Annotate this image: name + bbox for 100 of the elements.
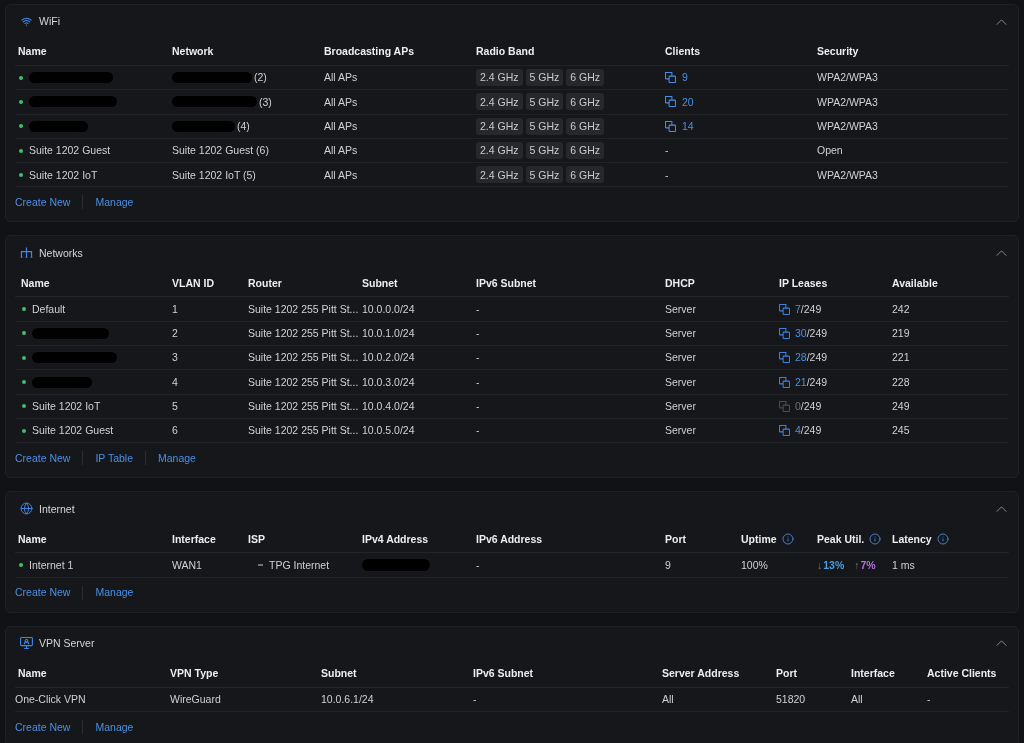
band-tag: 6 GHz (566, 117, 605, 135)
latency-value: 1 ms (892, 559, 915, 571)
vlan-id: 1 (172, 303, 178, 315)
action-link[interactable]: Manage (95, 197, 134, 208)
column-header: Latency (892, 533, 932, 544)
band-tag: 5 GHz (525, 117, 564, 135)
ipv6-subnet: - (473, 693, 477, 705)
ipv6-subnet: - (476, 401, 480, 412)
column-header: Active Clients (927, 667, 997, 679)
action-link[interactable]: Manage (95, 587, 134, 598)
ipv6-subnet: - (476, 303, 480, 315)
info-icon[interactable] (869, 532, 882, 545)
network-name: Suite 1202 IoT (5) (172, 169, 256, 181)
router-name: Suite 1202 255 Pitt St... (248, 303, 359, 315)
network-name: Suite 1202 Guest (6) (172, 145, 269, 156)
available-count: 219 (892, 328, 910, 339)
vlan-id: 4 (172, 376, 178, 388)
action-link[interactable]: Create New (15, 453, 71, 464)
dhcp-mode: Server (665, 376, 696, 388)
subnet-address: 10.0.6.1/24 (321, 693, 374, 705)
column-header: Name (18, 667, 47, 679)
ipv6-subnet: - (476, 352, 480, 363)
column-header: IPv6 Subnet (473, 667, 534, 679)
port-number: 51820 (776, 693, 806, 705)
dhcp-mode: Server (665, 425, 696, 436)
client-count-link[interactable]: 20 (665, 96, 694, 108)
uptime-value: 100% (741, 559, 768, 571)
client-count-link[interactable]: 9 (665, 72, 688, 84)
column-header: Peak Util. (817, 533, 865, 544)
column-header: Subnet (321, 667, 357, 679)
network-name: Suite 1202 IoT (32, 401, 101, 412)
ipv6-address: - (476, 559, 480, 571)
router-name: Suite 1202 255 Pitt St... (248, 376, 359, 388)
router-name: Suite 1202 255 Pitt St... (248, 328, 359, 339)
band-tag: 2.4 GHz (476, 69, 523, 87)
vlan-id: 2 (172, 328, 178, 339)
interface-name: All (851, 693, 863, 705)
chevron-up-icon[interactable] (996, 640, 1007, 647)
info-icon[interactable] (781, 532, 794, 545)
action-link[interactable]: Manage (158, 453, 196, 464)
column-header: IPv4 Address (362, 533, 429, 544)
ipv6-subnet: - (476, 328, 480, 339)
wifi-icon (21, 16, 32, 27)
band-tag: 5 GHz (525, 166, 564, 184)
client-count-link[interactable]: 14 (665, 120, 694, 132)
subnet-address: 10.0.2.0/24 (362, 352, 415, 363)
subnet-address: 10.0.3.0/24 (362, 376, 415, 388)
lease-count-link[interactable]: 30/249 (779, 327, 828, 339)
lease-count-link[interactable]: 21/249 (779, 376, 828, 388)
action-link[interactable]: Create New (15, 721, 71, 733)
subnet-address: 10.0.0.0/24 (362, 303, 415, 315)
dhcp-mode: Server (665, 303, 696, 315)
security-type: Open (817, 145, 843, 156)
isp-name: TPG Internet (269, 559, 330, 571)
column-header: Available (892, 277, 938, 289)
network-name: Default (32, 303, 66, 315)
column-header: Server Address (662, 667, 740, 679)
lease-count-link[interactable]: 7/249 (779, 303, 822, 315)
column-header: DHCP (665, 277, 695, 289)
action-link[interactable]: Manage (95, 721, 134, 733)
lease-count-link[interactable]: 28/249 (779, 352, 828, 364)
wifi-name: Suite 1202 Guest (29, 145, 111, 156)
network-tree-icon (20, 247, 33, 259)
direction-arrow: ↓ (817, 559, 823, 571)
ipv6-subnet: - (476, 425, 480, 436)
action-link[interactable]: Create New (15, 197, 71, 208)
peak-util-value: 13% (823, 559, 845, 571)
available-count: 249 (892, 401, 910, 412)
band-tag: 2.4 GHz (476, 93, 523, 111)
broadcasting-aps: All APs (324, 96, 358, 108)
column-header: Uptime (741, 533, 777, 544)
band-tag: 2.4 GHz (476, 117, 523, 135)
column-header: Radio Band (476, 46, 535, 57)
column-header: ISP (248, 533, 265, 544)
client-count: - (665, 145, 669, 156)
dhcp-mode: Server (665, 328, 696, 339)
column-header: Security (817, 46, 859, 57)
vlan-id: 6 (172, 425, 178, 436)
lease-count-link[interactable]: 0/249 (779, 400, 822, 412)
chevron-up-icon[interactable] (996, 18, 1007, 25)
monitor-icon (20, 637, 33, 650)
lease-count-link[interactable]: 4/249 (779, 425, 822, 437)
column-header: VLAN ID (172, 277, 214, 289)
subnet-address: 10.0.4.0/24 (362, 401, 415, 412)
action-link[interactable]: Create New (15, 587, 71, 598)
active-clients: - (927, 693, 931, 705)
security-type: WPA2/WPA3 (817, 72, 878, 83)
router-name: Suite 1202 255 Pitt St... (248, 352, 359, 363)
subnet-address: 10.0.1.0/24 (362, 328, 415, 339)
column-header: Port (776, 667, 797, 679)
column-header: Name (18, 46, 47, 57)
network-name: (4) (237, 121, 250, 132)
vlan-id: 3 (172, 352, 178, 363)
stacked-squares-icon (665, 120, 676, 132)
action-link[interactable]: IP Table (95, 453, 133, 464)
chevron-up-icon[interactable] (996, 505, 1007, 512)
info-icon[interactable] (936, 532, 949, 545)
network-name: Suite 1202 Guest (32, 425, 114, 436)
peak-util-value: 7% (860, 559, 876, 571)
chevron-up-icon[interactable] (996, 250, 1007, 256)
